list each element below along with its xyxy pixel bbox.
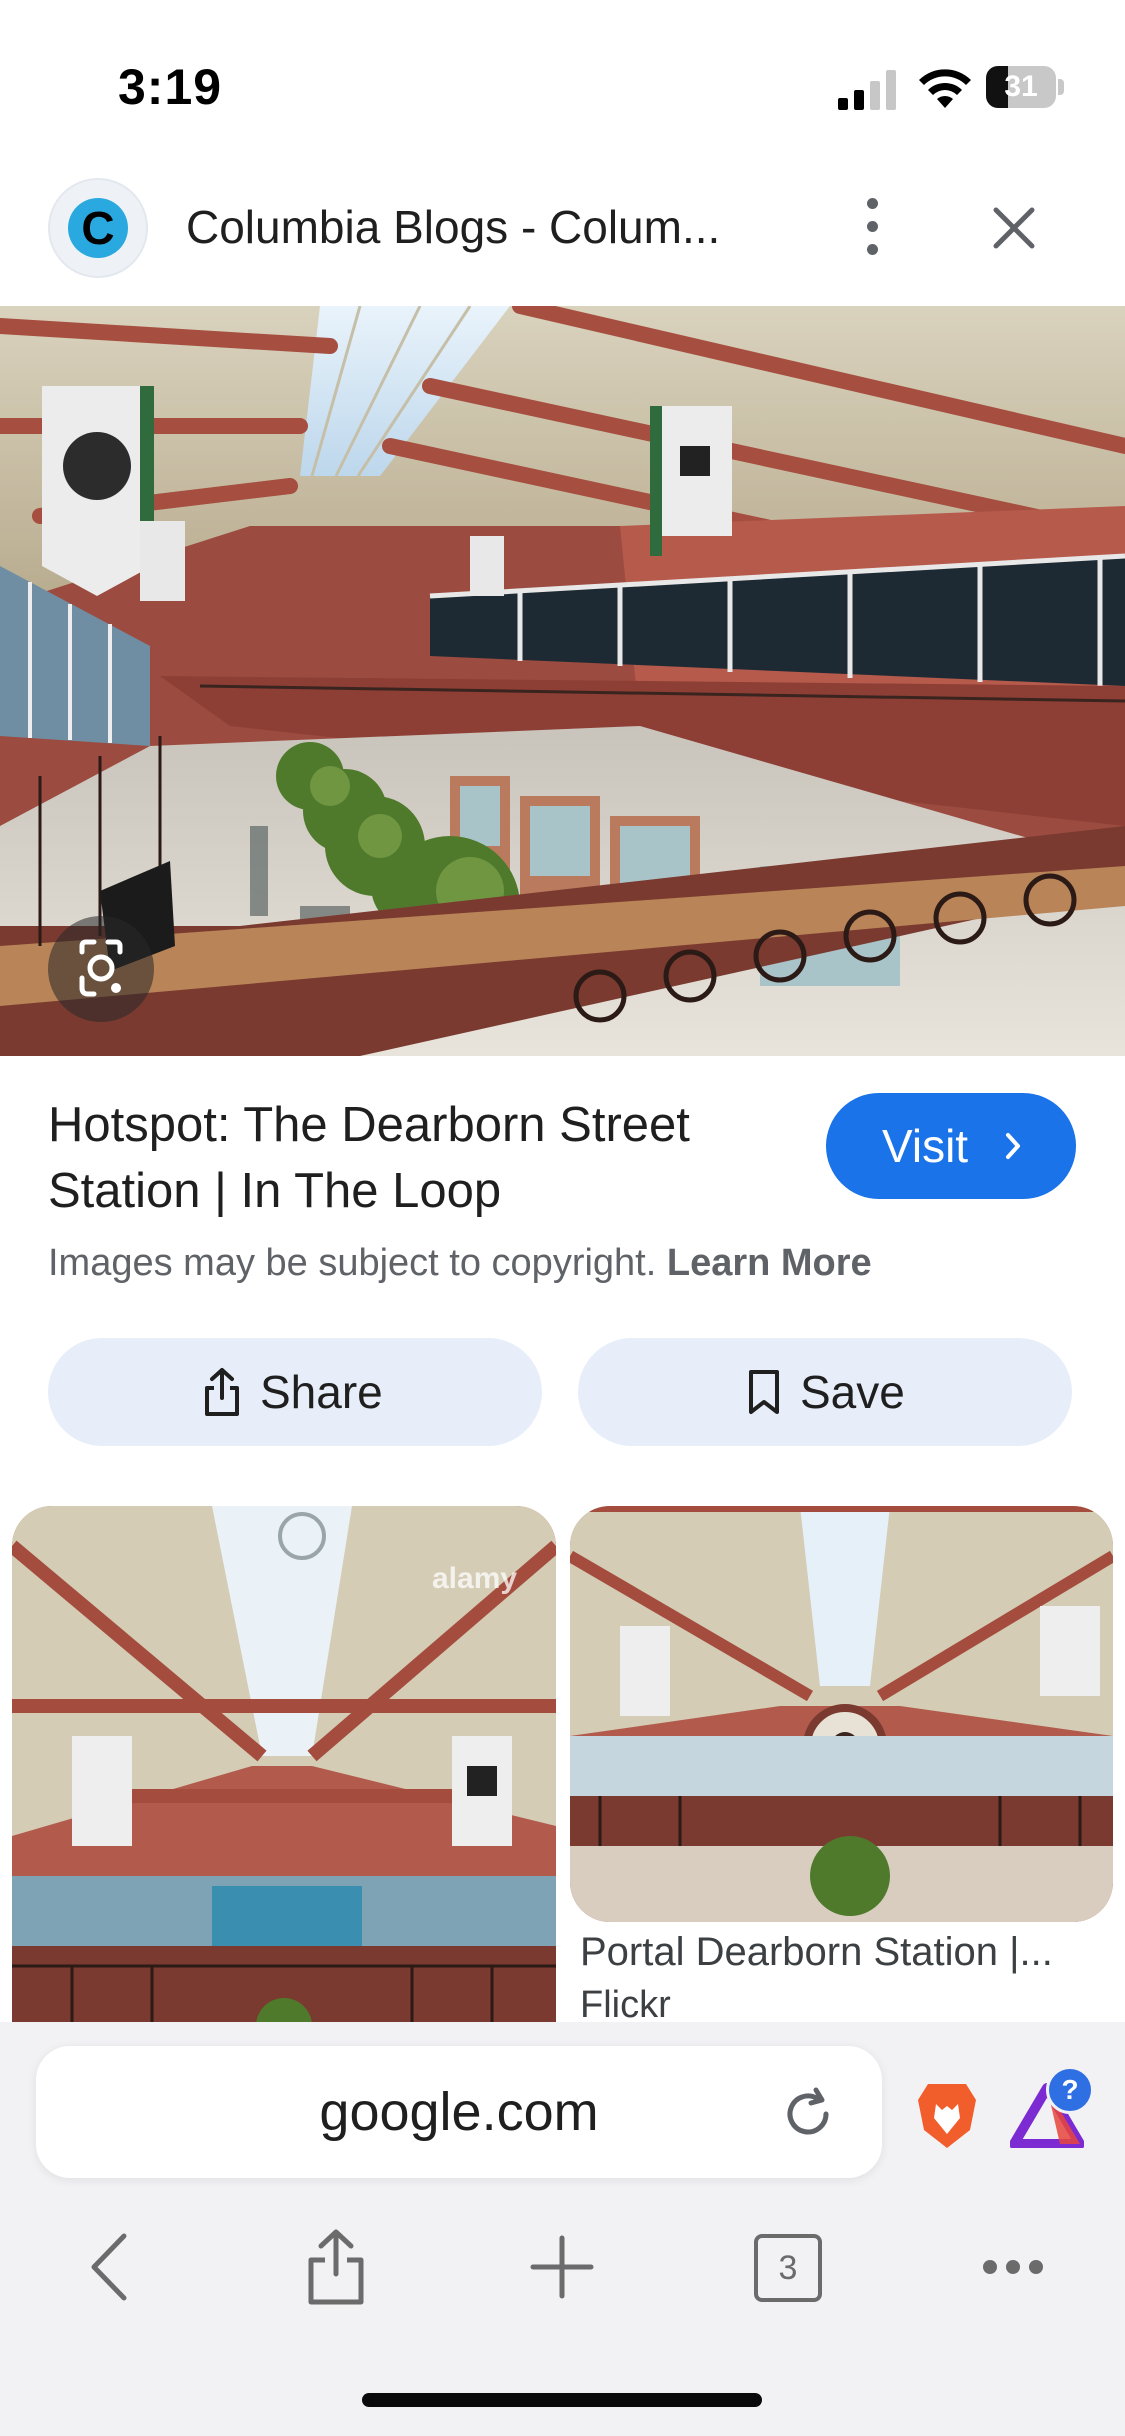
lens-search-button[interactable] <box>48 916 154 1022</box>
google-lens-icon <box>79 939 123 997</box>
share-page-button[interactable] <box>291 2222 381 2312</box>
home-indicator <box>362 2393 762 2407</box>
related-image-2[interactable] <box>570 1506 1113 1922</box>
related-source: Flickr <box>580 1984 671 2020</box>
back-button[interactable] <box>68 2222 158 2312</box>
status-time: 3:19 <box>118 59 223 115</box>
tabs-icon: 3 <box>754 2234 822 2302</box>
new-tab-button[interactable] <box>517 2222 607 2312</box>
cellular-signal-icon <box>838 70 896 110</box>
site-favicon: C <box>48 178 148 278</box>
alamy-watermark: alamy <box>432 1562 518 1595</box>
close-icon[interactable] <box>986 200 1042 256</box>
related-image-1[interactable]: alamy <box>12 1506 556 2066</box>
save-label: Save <box>800 1366 905 1418</box>
site-logo-letter: C <box>68 198 128 258</box>
viewer-header: C Columbia Blogs - Colum... <box>0 170 1125 306</box>
status-bar: 3:19 31 <box>0 0 1125 170</box>
share-label: Share <box>260 1366 383 1418</box>
page-title[interactable]: Columbia Blogs - Colum... <box>186 200 720 254</box>
bookmark-icon <box>749 1370 779 1414</box>
url-text[interactable]: google.com <box>36 2046 882 2178</box>
more-horizontal-icon[interactable] <box>968 2222 1058 2312</box>
share-button[interactable]: Share <box>48 1338 542 1446</box>
related-caption[interactable]: Portal Dearborn Station |... <box>580 1930 1110 1975</box>
tab-count: 3 <box>778 2249 798 2287</box>
save-button[interactable]: Save <box>578 1338 1072 1446</box>
wifi-icon <box>919 69 971 108</box>
portal-dearborn-photo <box>570 1506 1113 1922</box>
address-bar[interactable]: google.com <box>36 2046 882 2178</box>
share-icon <box>205 1368 239 1416</box>
reload-icon[interactable] <box>778 2084 838 2144</box>
main-image[interactable] <box>0 306 1125 1056</box>
more-options-button[interactable] <box>850 192 894 262</box>
battery-percent: 31 <box>1004 70 1038 103</box>
chevron-right-icon <box>1006 1133 1020 1159</box>
browser-bottom-bar: google.com ? 3 <box>0 2022 1125 2436</box>
copyright-notice: Images may be subject to copyright. Lear… <box>48 1242 872 1285</box>
visit-label: Visit <box>882 1120 969 1172</box>
result-title[interactable]: Hotspot: The Dearborn Street Station | I… <box>48 1092 788 1224</box>
rewards-badge: ? <box>1046 2066 1094 2114</box>
learn-more-link[interactable]: Learn More <box>667 1242 872 1284</box>
copyright-text: Images may be subject to copyright. <box>48 1242 657 1284</box>
battery-icon: 31 <box>986 66 1066 108</box>
visit-button[interactable]: Visit <box>826 1093 1076 1199</box>
tabs-button[interactable]: 3 <box>742 2222 832 2312</box>
brave-lion-icon[interactable] <box>916 2080 978 2150</box>
atrium-photo <box>0 306 1125 1056</box>
